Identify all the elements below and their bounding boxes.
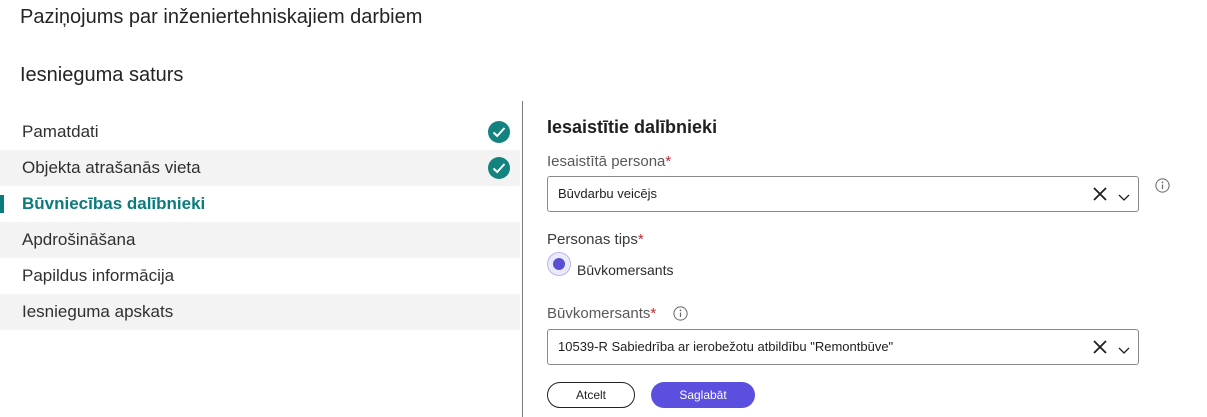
sidebar-item-label: Iesnieguma apskats [22, 302, 174, 321]
page-title: Paziņojums par inženiertehniskajiem darb… [20, 6, 423, 28]
sidebar-item-papildus-informacija[interactable]: Papildus informācija [0, 258, 520, 294]
active-indicator [0, 195, 4, 213]
person-type-label: Personas tips* [547, 231, 644, 248]
sidebar: Pamatdati Objekta atrašanās vieta Būvnie… [0, 114, 520, 330]
person-field-label: Iesaistītā persona* [547, 153, 672, 170]
sidebar-item-buvniecibas-dalibnieki[interactable]: Būvniecības dalībnieki [0, 186, 520, 222]
radio-buvkomersants[interactable] [547, 252, 571, 276]
sidebar-item-label: Būvniecības dalībnieki [22, 194, 206, 213]
sidebar-item-label: Papildus informācija [22, 266, 175, 285]
radio-selected-dot [553, 258, 565, 270]
sidebar-item-label: Pamatdati [22, 122, 99, 141]
required-mark: * [650, 305, 657, 322]
vertical-divider [522, 101, 523, 417]
participants-form: Iesaistītie dalībnieki Iesaistītā person… [547, 0, 1207, 417]
person-select[interactable]: Būvdarbu veicējs [547, 176, 1139, 212]
builder-select[interactable]: 10539-R Sabiedrība ar ierobežotu atbildī… [547, 329, 1139, 365]
required-mark: * [665, 153, 672, 170]
sidebar-item-label: Objekta atrašanās vieta [22, 158, 201, 177]
check-circle-icon [488, 121, 510, 143]
form-heading: Iesaistītie dalībnieki [547, 117, 718, 137]
close-icon[interactable] [1092, 339, 1108, 355]
chevron-down-icon[interactable] [1118, 342, 1130, 354]
cancel-button[interactable]: Atcelt [547, 382, 635, 408]
sidebar-item-objekta-atrasanas-vieta[interactable]: Objekta atrašanās vieta [0, 150, 520, 186]
info-icon[interactable] [1155, 178, 1170, 193]
save-button[interactable]: Saglabāt [651, 382, 755, 408]
builder-select-value: 10539-R Sabiedrība ar ierobežotu atbildī… [558, 339, 894, 354]
section-title: Iesnieguma saturs [20, 64, 184, 86]
builder-field-label: Būvkomersants* [547, 305, 657, 322]
radio-option-label[interactable]: Būvkomersants [577, 262, 673, 278]
info-icon[interactable] [673, 306, 688, 321]
sidebar-item-iesnieguma-apskats[interactable]: Iesnieguma apskats [0, 294, 520, 330]
sidebar-item-pamatdati[interactable]: Pamatdati [0, 114, 520, 150]
sidebar-item-apdrosinasana[interactable]: Apdrošināšana [0, 222, 520, 258]
close-icon[interactable] [1092, 186, 1108, 202]
required-mark: * [637, 231, 644, 248]
sidebar-item-label: Apdrošināšana [22, 230, 136, 249]
person-select-value: Būvdarbu veicējs [558, 186, 657, 201]
chevron-down-icon[interactable] [1118, 189, 1130, 201]
page: Paziņojums par inženiertehniskajiem darb… [0, 0, 1207, 417]
check-circle-icon [488, 157, 510, 179]
